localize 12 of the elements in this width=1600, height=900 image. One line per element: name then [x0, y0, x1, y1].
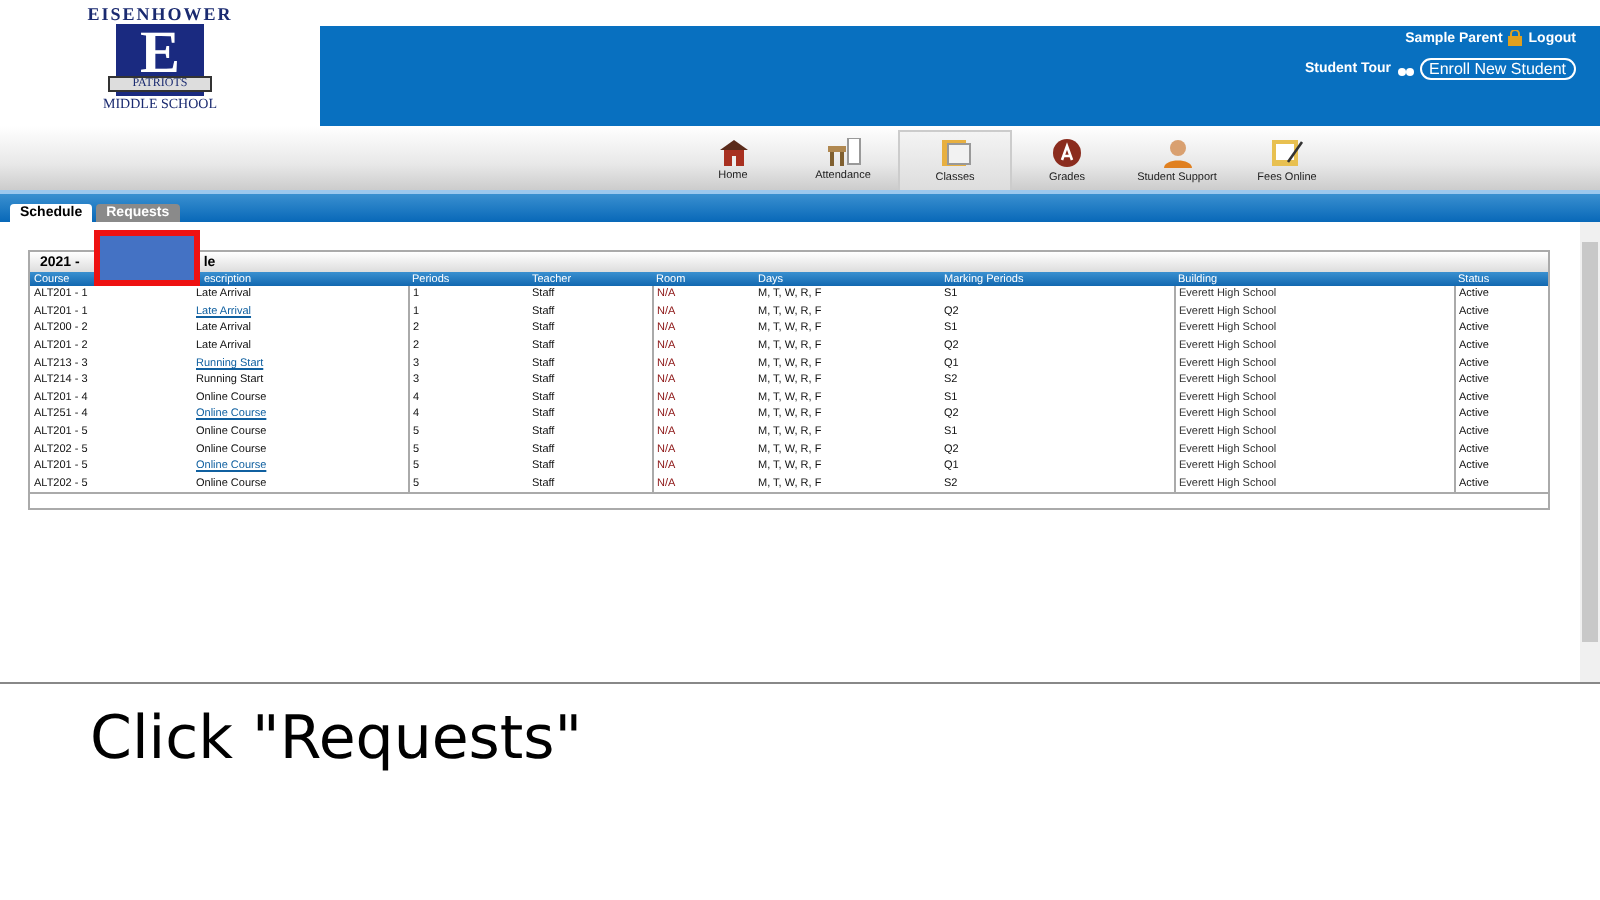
desk-icon	[825, 138, 861, 166]
enroll-new-student-button[interactable]: Enroll New Student	[1419, 58, 1576, 80]
house-icon	[717, 138, 749, 166]
scrollbar[interactable]	[1580, 222, 1600, 682]
grade-icon	[1052, 137, 1082, 167]
highlight-overlay	[94, 230, 200, 286]
person-icon	[1161, 137, 1193, 167]
notepad-icon	[1270, 137, 1304, 167]
binoculars-icon	[1397, 63, 1414, 75]
lock-icon	[1508, 30, 1523, 46]
caption: Click "Requests"	[90, 704, 583, 774]
notebook-icon	[939, 138, 971, 168]
